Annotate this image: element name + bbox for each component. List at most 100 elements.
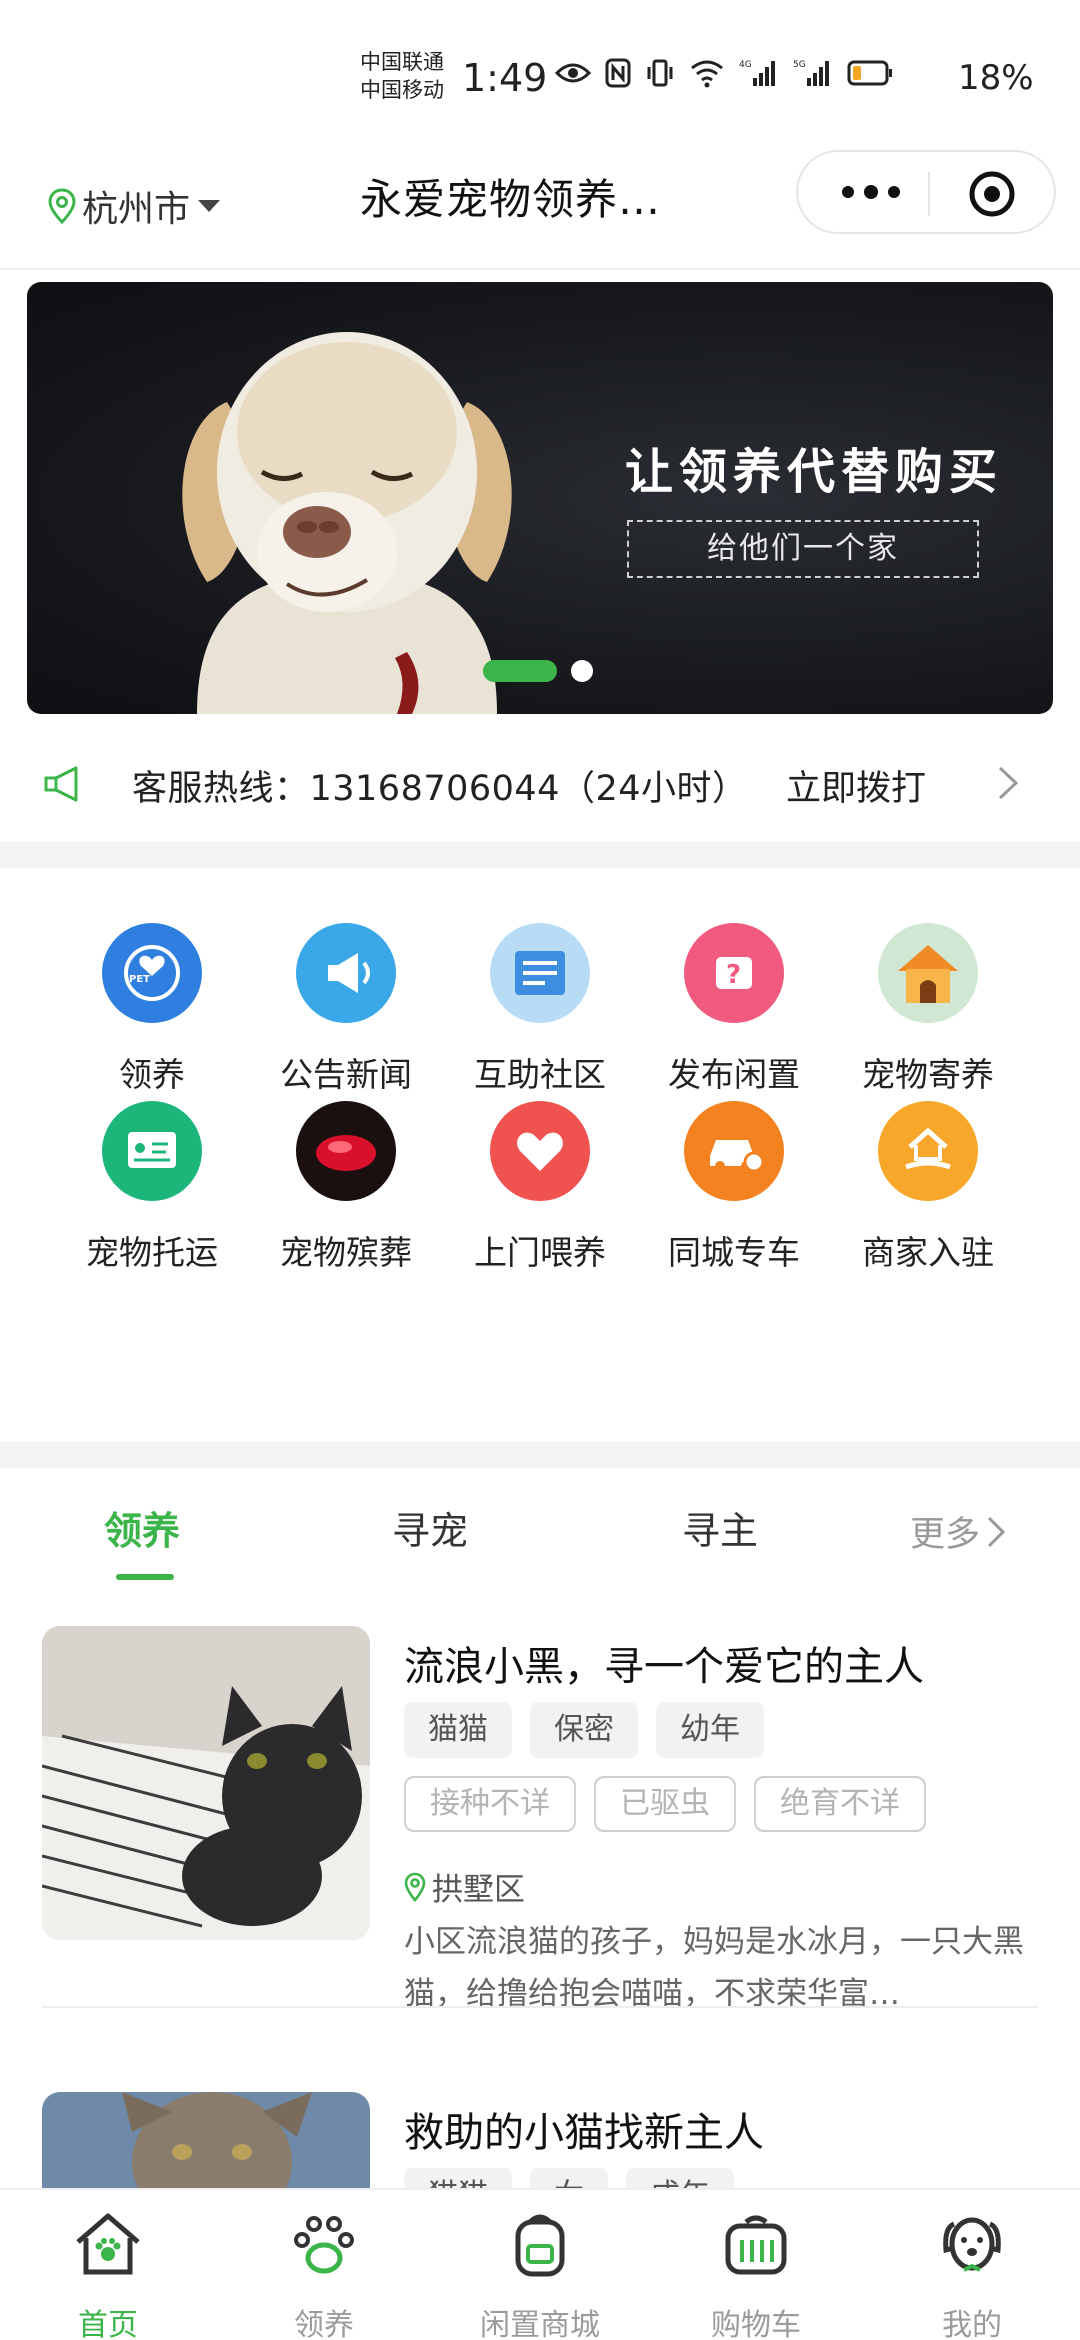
- scroll-icon: [490, 923, 590, 1023]
- signal-4g-icon: 4G: [739, 60, 775, 86]
- mini-program-capsule: [796, 150, 1056, 234]
- nav-label: 购物车: [711, 2308, 801, 2340]
- caret-down-icon: [198, 200, 221, 212]
- menu-item-pet-funeral[interactable]: 宠物殡葬: [244, 1046, 444, 1272]
- svg-text:?: ?: [726, 960, 741, 990]
- battery-percent: 18%: [958, 58, 1034, 98]
- listing-title: 流浪小黑，寻一个爱它的主人: [404, 1644, 924, 1690]
- svg-text:PET: PET: [129, 974, 150, 985]
- menu-item-adopt[interactable]: PET 领养: [50, 868, 250, 1094]
- menu-label: 宠物托运: [86, 1233, 218, 1272]
- hotline-bar[interactable]: 客服热线：13168706044（24小时） 立即拨打: [0, 730, 1080, 840]
- pet-carrier-icon: [725, 2215, 787, 2275]
- menu-item-home-feeding[interactable]: 上门喂养: [438, 1046, 638, 1272]
- listing-divider: [42, 2006, 1038, 2008]
- hotline-text: 客服热线：13168706044（24小时）: [132, 769, 748, 809]
- megaphone-icon: [296, 923, 396, 1023]
- menu-label: 宠物殡葬: [280, 1233, 412, 1272]
- more-label: 更多: [910, 1515, 981, 1555]
- status-icons: 4G 5G: [555, 58, 893, 88]
- menu-item-announcements[interactable]: 公告新闻: [244, 868, 444, 1094]
- home-icon: [76, 2213, 140, 2275]
- tag-age: 成年: [626, 2168, 734, 2188]
- pet-tags: 猫猫 女 成年: [404, 2168, 734, 2188]
- location-pin-icon: [48, 188, 76, 224]
- bottom-navigation: 首页 领养 闲置商城 购物车 我的: [0, 2188, 1080, 2340]
- menu-item-pet-shipping[interactable]: 宠物托运: [50, 1046, 250, 1272]
- battery-icon: [847, 60, 892, 86]
- listing-card[interactable]: 救助的小猫找新主人 猫猫 女 成年: [42, 2092, 1038, 2188]
- tag-gender: 保密: [530, 1702, 638, 1758]
- listing-location: 拱墅区: [404, 1864, 525, 1909]
- tag-neutering: 绝育不详: [754, 1776, 926, 1832]
- call-now-link[interactable]: 立即拨打: [786, 760, 926, 811]
- nav-label: 闲置商城: [480, 2308, 600, 2340]
- eye-icon: [555, 63, 591, 83]
- carrier-2: 中国移动: [360, 78, 444, 102]
- tab-find-owner[interactable]: 寻主: [682, 1500, 758, 1555]
- menu-item-post-idle[interactable]: ? 发布闲置: [632, 868, 832, 1094]
- nfc-icon: [605, 58, 631, 88]
- dog-face-icon: [943, 2217, 1001, 2272]
- tag-deworming: 已驱虫: [594, 1776, 736, 1832]
- nav-idle-market[interactable]: 闲置商城: [432, 2204, 648, 2340]
- menu-label: 上门喂养: [474, 1233, 606, 1272]
- red-gem-icon: [296, 1101, 396, 1201]
- pet-photo: [42, 2092, 370, 2188]
- tab-find-pet[interactable]: 寻宠: [392, 1500, 468, 1555]
- tab-active-indicator: [116, 1574, 174, 1580]
- nav-home[interactable]: 首页: [0, 2204, 216, 2340]
- clock: 1:49: [462, 56, 548, 100]
- chevron-right-icon: [987, 1516, 1006, 1547]
- listing-title: 救助的小猫找新主人: [404, 2110, 764, 2156]
- nav-adopt[interactable]: 领养: [216, 2204, 432, 2340]
- backpack-icon: [515, 2214, 565, 2277]
- city-name: 杭州市: [82, 189, 191, 230]
- close-mini-program-icon[interactable]: [968, 170, 1016, 218]
- menu-label: 商家入驻: [862, 1233, 994, 1272]
- listing-tabs: 领养 寻宠 寻主 更多: [0, 1468, 1080, 1580]
- banner-indicators: [483, 660, 593, 682]
- listing-card[interactable]: 流浪小黑，寻一个爱它的主人 猫猫 保密 幼年 接种不详 已驱虫 绝育不详 拱墅区…: [42, 1626, 1038, 2012]
- more-options-button[interactable]: [836, 174, 906, 210]
- dog-illustration: [182, 332, 512, 714]
- location-name: 拱墅区: [432, 1872, 525, 1908]
- adopt-pet-icon: PET: [102, 923, 202, 1023]
- nav-label: 我的: [942, 2308, 1002, 2340]
- nav-label: 领养: [294, 2308, 354, 2340]
- question-box-icon: ?: [684, 923, 784, 1023]
- nav-cart[interactable]: 购物车: [648, 2204, 864, 2340]
- banner-indicator: [571, 660, 593, 682]
- nav-mine[interactable]: 我的: [864, 2204, 1080, 2340]
- menu-item-city-car[interactable]: 同城专车: [632, 1046, 832, 1272]
- menu-label: 同城专车: [668, 1233, 800, 1272]
- megaphone-outline-icon: [44, 766, 78, 802]
- nav-label: 首页: [78, 2308, 138, 2340]
- health-tags: 接种不详 已驱虫 绝育不详: [404, 1776, 926, 1832]
- paw-icon: [294, 2216, 354, 2274]
- merchant-house-icon: [878, 1101, 978, 1201]
- more-link[interactable]: 更多: [910, 1506, 1006, 1557]
- dog-house-icon: [878, 923, 978, 1023]
- listing-description: 小区流浪猫的孩子，妈妈是水冰月，一只大黑猫，给撸给抱会喵喵，不求荣华富…: [404, 1924, 1024, 2012]
- tab-adopt[interactable]: 领养: [104, 1500, 180, 1555]
- car-icon: [684, 1101, 784, 1201]
- chevron-right-icon: [998, 766, 1019, 800]
- status-bar: 中国联通 中国移动 1:49 4G 5G 18%: [0, 0, 1080, 150]
- menu-item-merchant-join[interactable]: 商家入驻: [826, 1046, 1026, 1272]
- banner-subline: 给他们一个家: [627, 520, 979, 578]
- svg-text:4G: 4G: [739, 60, 752, 70]
- banner-indicator-active: [483, 660, 557, 682]
- carrier-info: 中国联通 中国移动: [360, 48, 444, 104]
- location-pin-icon: [404, 1872, 426, 1902]
- tag-age: 幼年: [656, 1702, 764, 1758]
- city-selector[interactable]: 杭州市: [48, 180, 222, 232]
- menu-item-pet-boarding[interactable]: 宠物寄养: [826, 868, 1026, 1094]
- carrier-1: 中国联通: [360, 50, 444, 74]
- tag-species: 猫猫: [404, 1702, 512, 1758]
- menu-item-community[interactable]: 互助社区: [438, 868, 638, 1094]
- hero-banner[interactable]: 让领养代替购买 给他们一个家: [27, 282, 1053, 714]
- page-title: 永爱宠物领养…: [360, 175, 662, 224]
- tag-vaccination: 接种不详: [404, 1776, 576, 1832]
- section-divider: [0, 1442, 1080, 1468]
